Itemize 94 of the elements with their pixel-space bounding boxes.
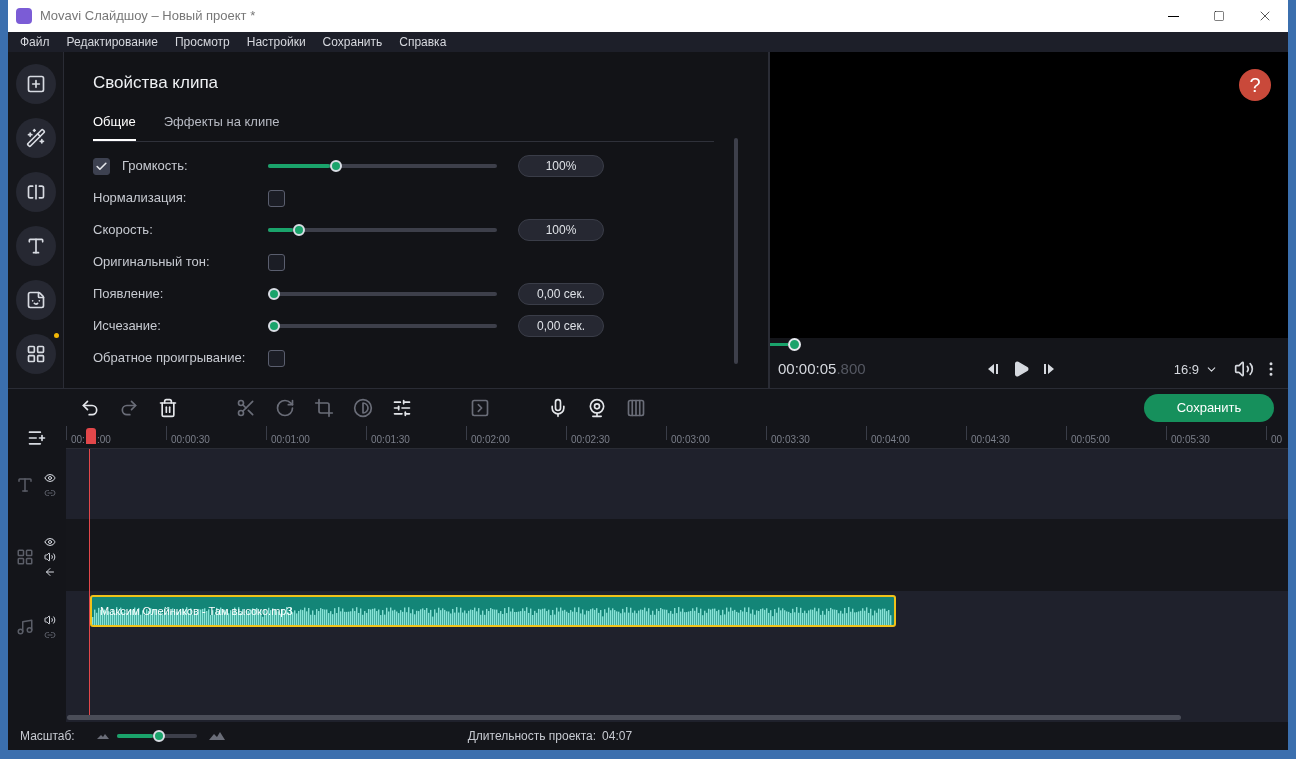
text-tool-button[interactable] [15, 226, 56, 266]
redo-icon[interactable] [119, 397, 139, 418]
ruler-label: 00:03:00 [671, 434, 710, 445]
sticker-icon [25, 290, 46, 310]
rotate-icon[interactable] [275, 397, 295, 418]
minimize-icon [1167, 15, 1179, 17]
property-label: Появление: [93, 285, 164, 304]
equalizer-icon[interactable] [626, 397, 646, 418]
ruler-label: 00:02:00 [471, 434, 510, 445]
value-field[interactable]: 0,00 сек. [518, 315, 604, 337]
grid-icon [25, 344, 46, 364]
checkbox[interactable] [268, 349, 285, 367]
checkbox[interactable] [93, 157, 110, 175]
split-square-icon [25, 182, 46, 202]
property-label: Обратное проигрывание: [93, 349, 246, 368]
value-field[interactable]: 100% [518, 219, 604, 241]
text-track-icon [16, 476, 34, 494]
contrast-icon[interactable] [353, 397, 373, 418]
ruler-label: 00:03:30 [771, 434, 810, 445]
property-label: Громкость: [122, 157, 188, 176]
property-label: Исчезание: [93, 317, 161, 336]
add-file-icon [25, 74, 46, 94]
menu-item[interactable]: Редактирование [66, 33, 158, 51]
visibility-icon[interactable] [44, 471, 56, 484]
magic-wand-tool-button[interactable] [15, 118, 56, 158]
ruler-label: 00:01:30 [371, 434, 410, 445]
video-track-icon [16, 548, 34, 566]
ruler-label: 00:05:30 [1171, 434, 1210, 445]
horizontal-scrollbar[interactable] [67, 715, 1181, 720]
microphone-icon[interactable] [548, 397, 568, 418]
save-button[interactable]: Сохранить [1144, 393, 1274, 422]
value-field[interactable]: 0,00 сек. [518, 283, 604, 305]
slider-thumb[interactable] [268, 320, 280, 332]
tab[interactable]: Эффекты на клипе [163, 111, 280, 141]
arrow-left-icon[interactable] [44, 566, 56, 578]
audio-track-icon [16, 618, 34, 636]
clip-name: Максим Олейников - Там высоко.mp3 [100, 604, 293, 619]
scissors-icon[interactable] [236, 397, 256, 418]
checkbox[interactable] [268, 189, 285, 207]
property-label: Нормализация: [93, 189, 187, 208]
tab[interactable]: Общие [93, 111, 136, 141]
window-title: Movavi Слайдшоу – Новый проект * [40, 7, 256, 26]
grid-tool-button[interactable] [15, 334, 56, 374]
check-icon [95, 159, 108, 173]
duration-value: 04:07 [602, 728, 633, 745]
add-file-tool-button[interactable] [15, 64, 56, 104]
menu-item[interactable]: Просмотр [174, 33, 230, 51]
app-icon [16, 8, 32, 24]
ruler-label: 00:04:00 [871, 434, 910, 445]
transition-icon[interactable] [470, 397, 490, 418]
webcam-icon[interactable] [587, 397, 607, 418]
sliders-icon[interactable] [392, 397, 412, 418]
ruler-label: :00 [96, 434, 111, 445]
menu-item[interactable]: Сохранить [322, 33, 383, 51]
slider-thumb[interactable] [268, 288, 280, 300]
sound-icon[interactable] [44, 613, 56, 626]
duration-label: Длительность проекта: [467, 728, 597, 745]
undo-icon[interactable] [80, 397, 100, 418]
zoom-in-icon[interactable] [208, 732, 225, 740]
help-button[interactable]: ? [1239, 69, 1271, 101]
property-label: Оригинальный тон: [93, 253, 210, 272]
value-field[interactable]: 100% [518, 155, 604, 177]
split-square-tool-button[interactable] [15, 172, 56, 212]
crop-icon[interactable] [314, 397, 334, 418]
ruler-label: 00:01:00 [271, 434, 310, 445]
checkbox[interactable] [268, 253, 285, 271]
ruler-label: 00:05:00 [1071, 434, 1110, 445]
sticker-tool-button[interactable] [15, 280, 56, 320]
zoom-label: Масштаб: [20, 728, 75, 745]
panel-title: Свойства клипа [93, 72, 220, 94]
visibility-icon[interactable] [44, 536, 56, 548]
zoom-out-icon[interactable] [96, 733, 109, 739]
ruler-label: 00:04:30 [971, 434, 1010, 445]
magic-wand-icon [25, 128, 46, 148]
ruler-label: 00: [71, 434, 85, 445]
scrollbar[interactable] [734, 138, 738, 364]
property-label: Скорость: [93, 221, 153, 240]
slider-thumb[interactable] [152, 730, 165, 742]
menu-item[interactable]: Справка [399, 33, 447, 51]
slider-thumb[interactable] [329, 160, 342, 172]
next-frame-icon[interactable] [1041, 362, 1056, 377]
maximize-icon [1213, 10, 1225, 22]
menu-item[interactable]: Файл [20, 33, 50, 51]
timecode: 00:00:05.800 [778, 359, 866, 380]
aspect-dropdown[interactable]: 16:9 [1173, 359, 1218, 380]
playhead-marker[interactable] [86, 428, 96, 444]
ruler-label: 00 [1271, 434, 1283, 445]
volume-icon[interactable] [1234, 359, 1254, 380]
ruler-label: 00:00:30 [171, 434, 210, 445]
menu-item[interactable]: Настройки [246, 33, 306, 51]
sound-icon[interactable] [44, 551, 56, 563]
slider-thumb[interactable] [293, 224, 306, 236]
trash-icon[interactable] [158, 397, 178, 418]
ruler-label: 00:02:30 [571, 434, 610, 445]
